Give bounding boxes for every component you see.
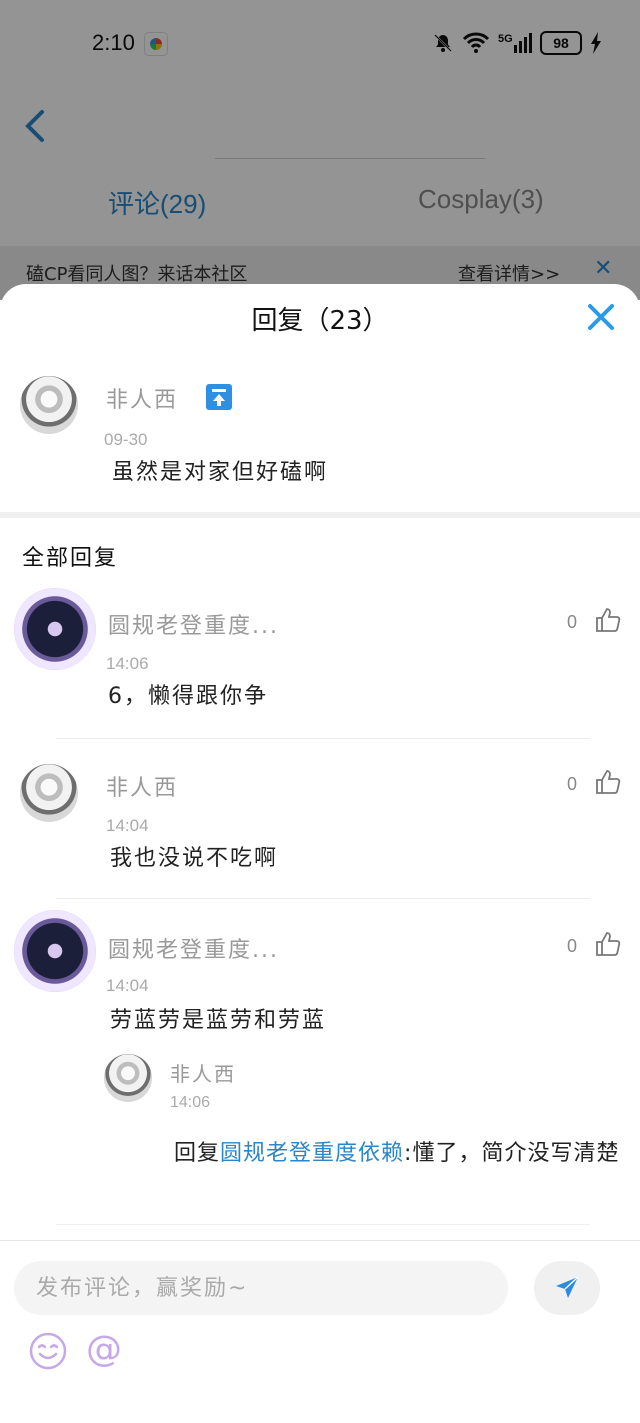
emoji-icon[interactable] [28, 1331, 68, 1371]
sub-reply-prefix: 回复 [174, 1141, 221, 1166]
original-comment-date: 09-30 [104, 430, 148, 449]
thumbs-up-icon[interactable] [594, 606, 622, 634]
section-divider [0, 512, 640, 518]
sub-reply-time: 14:06 [170, 1094, 211, 1111]
avatar[interactable] [14, 910, 96, 992]
like-count: 0 [567, 936, 578, 956]
mention-link[interactable]: 圆规老登重度依赖 [220, 1141, 404, 1166]
thumbs-up-icon[interactable] [594, 768, 622, 796]
close-icon[interactable] [586, 302, 616, 332]
avatar[interactable] [104, 1054, 152, 1102]
original-comment-text: 虽然是对家但好磕啊 [112, 460, 329, 485]
original-comment-user[interactable]: 非人西 [106, 382, 178, 414]
dim-overlay[interactable] [0, 0, 640, 300]
reply-user[interactable]: 圆规老登重度... [108, 608, 279, 640]
comment-input[interactable] [14, 1261, 508, 1315]
reply-user[interactable]: 非人西 [106, 770, 178, 802]
avatar[interactable] [20, 376, 78, 434]
comment-composer: @ [0, 1240, 640, 1423]
thumbs-up-icon[interactable] [594, 930, 622, 958]
reply-sheet: 回复（23） 非人西 09-30 虽然是对家但好磕啊 全部回复 圆规老登重度..… [0, 284, 640, 1423]
reply-user[interactable]: 圆规老登重度... [108, 932, 279, 964]
sub-reply-body: :懂了，简介没写清楚 [404, 1141, 620, 1166]
reply-separator [56, 1224, 590, 1225]
reply-text: 6，懒得跟你争 [108, 684, 268, 709]
like-count: 0 [567, 774, 578, 794]
send-icon [556, 1276, 579, 1298]
reply-separator [56, 738, 590, 739]
reply-time: 14:04 [106, 816, 149, 835]
avatar[interactable] [14, 588, 96, 670]
reply-time: 14:04 [106, 976, 149, 995]
reply-separator [56, 898, 590, 899]
sub-reply-text: 回复圆规老登重度依赖:懂了，简介没写清楚 [174, 1138, 620, 1170]
sub-reply-user[interactable]: 非人西 [170, 1058, 236, 1087]
mention-at-icon[interactable]: @ [86, 1329, 122, 1370]
send-button[interactable] [534, 1261, 600, 1315]
like-count: 0 [567, 612, 578, 632]
avatar[interactable] [20, 764, 78, 822]
pin-top-icon [206, 384, 232, 410]
sheet-title: 回复（23） [251, 306, 389, 336]
reply-text: 劳蓝劳是蓝劳和劳蓝 [110, 1008, 327, 1033]
reply-time: 14:06 [106, 654, 149, 673]
reply-text: 我也没说不吃啊 [110, 846, 279, 871]
all-replies-heading: 全部回复 [22, 546, 119, 571]
